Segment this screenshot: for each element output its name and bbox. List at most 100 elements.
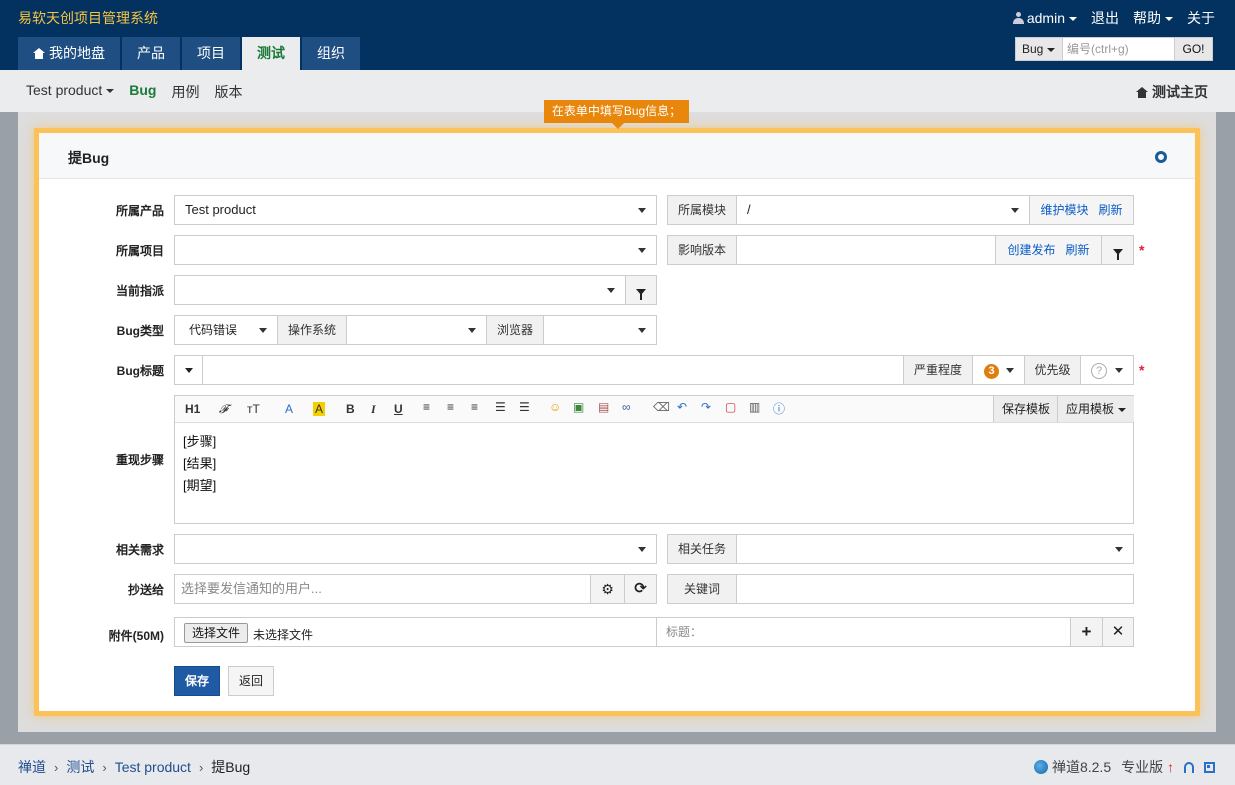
severity-select[interactable]: 3 — [972, 355, 1025, 385]
browser-label: 浏览器 — [486, 315, 544, 345]
save-button[interactable]: 保存 — [174, 666, 220, 696]
nav-product[interactable]: 产品 — [122, 37, 180, 70]
steps-line: [步骤] — [183, 434, 217, 449]
chevron-down-icon — [1118, 407, 1126, 412]
project-select[interactable] — [174, 235, 657, 265]
keywords-label: 关键词 — [667, 574, 737, 604]
test-home-link[interactable]: 测试主页 — [1136, 82, 1208, 102]
subnav-bug[interactable]: Bug — [129, 82, 156, 102]
product-switcher[interactable]: Test product — [26, 82, 115, 102]
help-menu[interactable]: 帮助 — [1133, 8, 1173, 28]
search-go-button[interactable]: GO! — [1175, 37, 1213, 61]
font-size-icon[interactable]: тT — [247, 402, 260, 416]
search-type-dropdown[interactable]: Bug — [1015, 37, 1063, 61]
priority-select[interactable]: ? — [1080, 355, 1134, 385]
assign-filter-button[interactable] — [625, 275, 657, 305]
ordered-list-icon[interactable]: ☰ — [495, 400, 506, 414]
refresh-build-link[interactable]: 刷新 — [1066, 243, 1090, 257]
nav-qa[interactable]: 测试 — [242, 37, 300, 70]
bug-title-input[interactable] — [202, 355, 904, 385]
back-button[interactable]: 返回 — [228, 666, 274, 696]
bell-icon[interactable] — [1184, 761, 1194, 773]
highlight-icon[interactable]: A — [313, 402, 326, 416]
about-link[interactable]: 关于 — [1187, 8, 1215, 28]
nav-my[interactable]: 我的地盘 — [18, 37, 120, 70]
project-label: 所属项目 — [115, 244, 164, 258]
subnav-testcase[interactable]: 用例 — [171, 82, 199, 102]
fullscreen-icon[interactable]: ▢ — [725, 400, 736, 414]
nav-company[interactable]: 组织 — [302, 37, 360, 70]
apply-template-button[interactable]: 应用模板 — [1057, 396, 1134, 422]
font-family-icon[interactable]: 𝓕 — [219, 402, 228, 417]
create-build-link[interactable]: 创建发布 — [1007, 243, 1055, 257]
breadcrumb-zentao[interactable]: 禅道 — [18, 757, 46, 777]
test-home-label: 测试主页 — [1152, 84, 1208, 100]
maintain-module-link[interactable]: 维护模块 — [1040, 203, 1088, 217]
add-file-button[interactable]: + — [1070, 617, 1103, 647]
align-right-icon[interactable]: ≡ — [471, 400, 478, 414]
title-color-picker[interactable] — [174, 355, 203, 385]
steps-content[interactable]: [步骤] [结果] [期望] — [175, 423, 1133, 505]
heading-icon[interactable]: H1 — [185, 402, 200, 416]
save-template-button[interactable]: 保存模板 — [993, 396, 1058, 422]
mailto-input[interactable]: 选择要发信通知的用户... — [174, 574, 591, 604]
mailto-refresh-button[interactable]: ⟳ — [624, 574, 657, 604]
keywords-input[interactable] — [736, 574, 1134, 604]
gear-icon[interactable] — [1155, 151, 1167, 163]
redo-icon[interactable]: ↷ — [701, 400, 711, 414]
breadcrumb-separator: › — [198, 759, 204, 775]
refresh-module-link[interactable]: 刷新 — [1099, 203, 1123, 217]
choose-file-button[interactable]: 选择文件 — [184, 623, 249, 643]
version-link[interactable]: 禅道8.2.5 — [1033, 757, 1111, 777]
user-menu[interactable]: admin — [1012, 10, 1077, 26]
product-select[interactable]: Test product — [174, 195, 657, 225]
build-select[interactable] — [736, 235, 996, 265]
edition-link[interactable]: 专业版 ↑ — [1121, 757, 1174, 777]
paste-icon[interactable]: ▥ — [749, 400, 760, 414]
nav-project[interactable]: 项目 — [182, 37, 240, 70]
build-filter-button[interactable] — [1101, 235, 1134, 265]
qrcode-icon[interactable] — [1204, 761, 1215, 773]
code-icon[interactable]: ▤ — [598, 400, 609, 414]
story-label: 相关需求 — [115, 543, 164, 557]
chevron-down-icon — [638, 547, 646, 552]
browser-select[interactable] — [543, 315, 657, 345]
breadcrumb-product[interactable]: Test product — [115, 759, 191, 775]
search-input[interactable] — [1063, 37, 1175, 61]
unordered-list-icon[interactable]: ☰ — [519, 400, 530, 414]
mailto-settings-button[interactable]: ⚙ — [590, 574, 625, 604]
font-color-icon[interactable]: A — [285, 402, 293, 416]
underline-icon[interactable]: U — [394, 402, 403, 416]
chevron-down-icon — [1115, 368, 1123, 373]
bold-icon[interactable]: B — [346, 402, 355, 416]
help-icon[interactable]: ⓘ — [773, 400, 785, 417]
os-select[interactable] — [346, 315, 487, 345]
severity-badge: 3 — [984, 364, 999, 379]
home-icon — [1136, 87, 1148, 98]
undo-icon[interactable]: ↶ — [677, 400, 687, 414]
breadcrumb-separator: › — [54, 759, 59, 775]
story-select[interactable] — [174, 534, 657, 564]
image-icon[interactable]: ▣ — [573, 400, 584, 414]
module-select[interactable]: / — [736, 195, 1030, 225]
assigned-to-select[interactable] — [174, 275, 626, 305]
emoticon-icon[interactable]: ☺ — [549, 400, 561, 414]
chevron-down-icon — [1006, 368, 1014, 373]
align-center-icon[interactable]: ≡ — [447, 400, 454, 414]
editor-toolbar: H1 𝓕 тT A A B I U ≡ ≡ ≡ ☰ ☰ ☺ ▣ ▤ ∞ ⌫ ↶ … — [175, 396, 1134, 423]
link-icon[interactable]: ∞ — [622, 400, 631, 414]
build-label: 影响版本 — [667, 235, 737, 265]
logout-link[interactable]: 退出 — [1091, 8, 1119, 28]
bug-type-select[interactable]: 代码错误 — [174, 315, 278, 345]
subnav-build[interactable]: 版本 — [214, 82, 242, 102]
task-select[interactable] — [736, 534, 1134, 564]
eraser-icon[interactable]: ⌫ — [653, 400, 670, 414]
breadcrumb-qa[interactable]: 测试 — [66, 757, 94, 777]
remove-file-button[interactable]: ✕ — [1102, 617, 1134, 647]
align-left-icon[interactable]: ≡ — [423, 400, 430, 414]
required-mark: * — [1139, 242, 1145, 258]
italic-icon[interactable]: I — [371, 402, 376, 417]
priority-value: ? — [1091, 363, 1107, 379]
file-title-input[interactable]: 标题： — [656, 617, 1071, 647]
chevron-down-icon — [1069, 17, 1077, 22]
